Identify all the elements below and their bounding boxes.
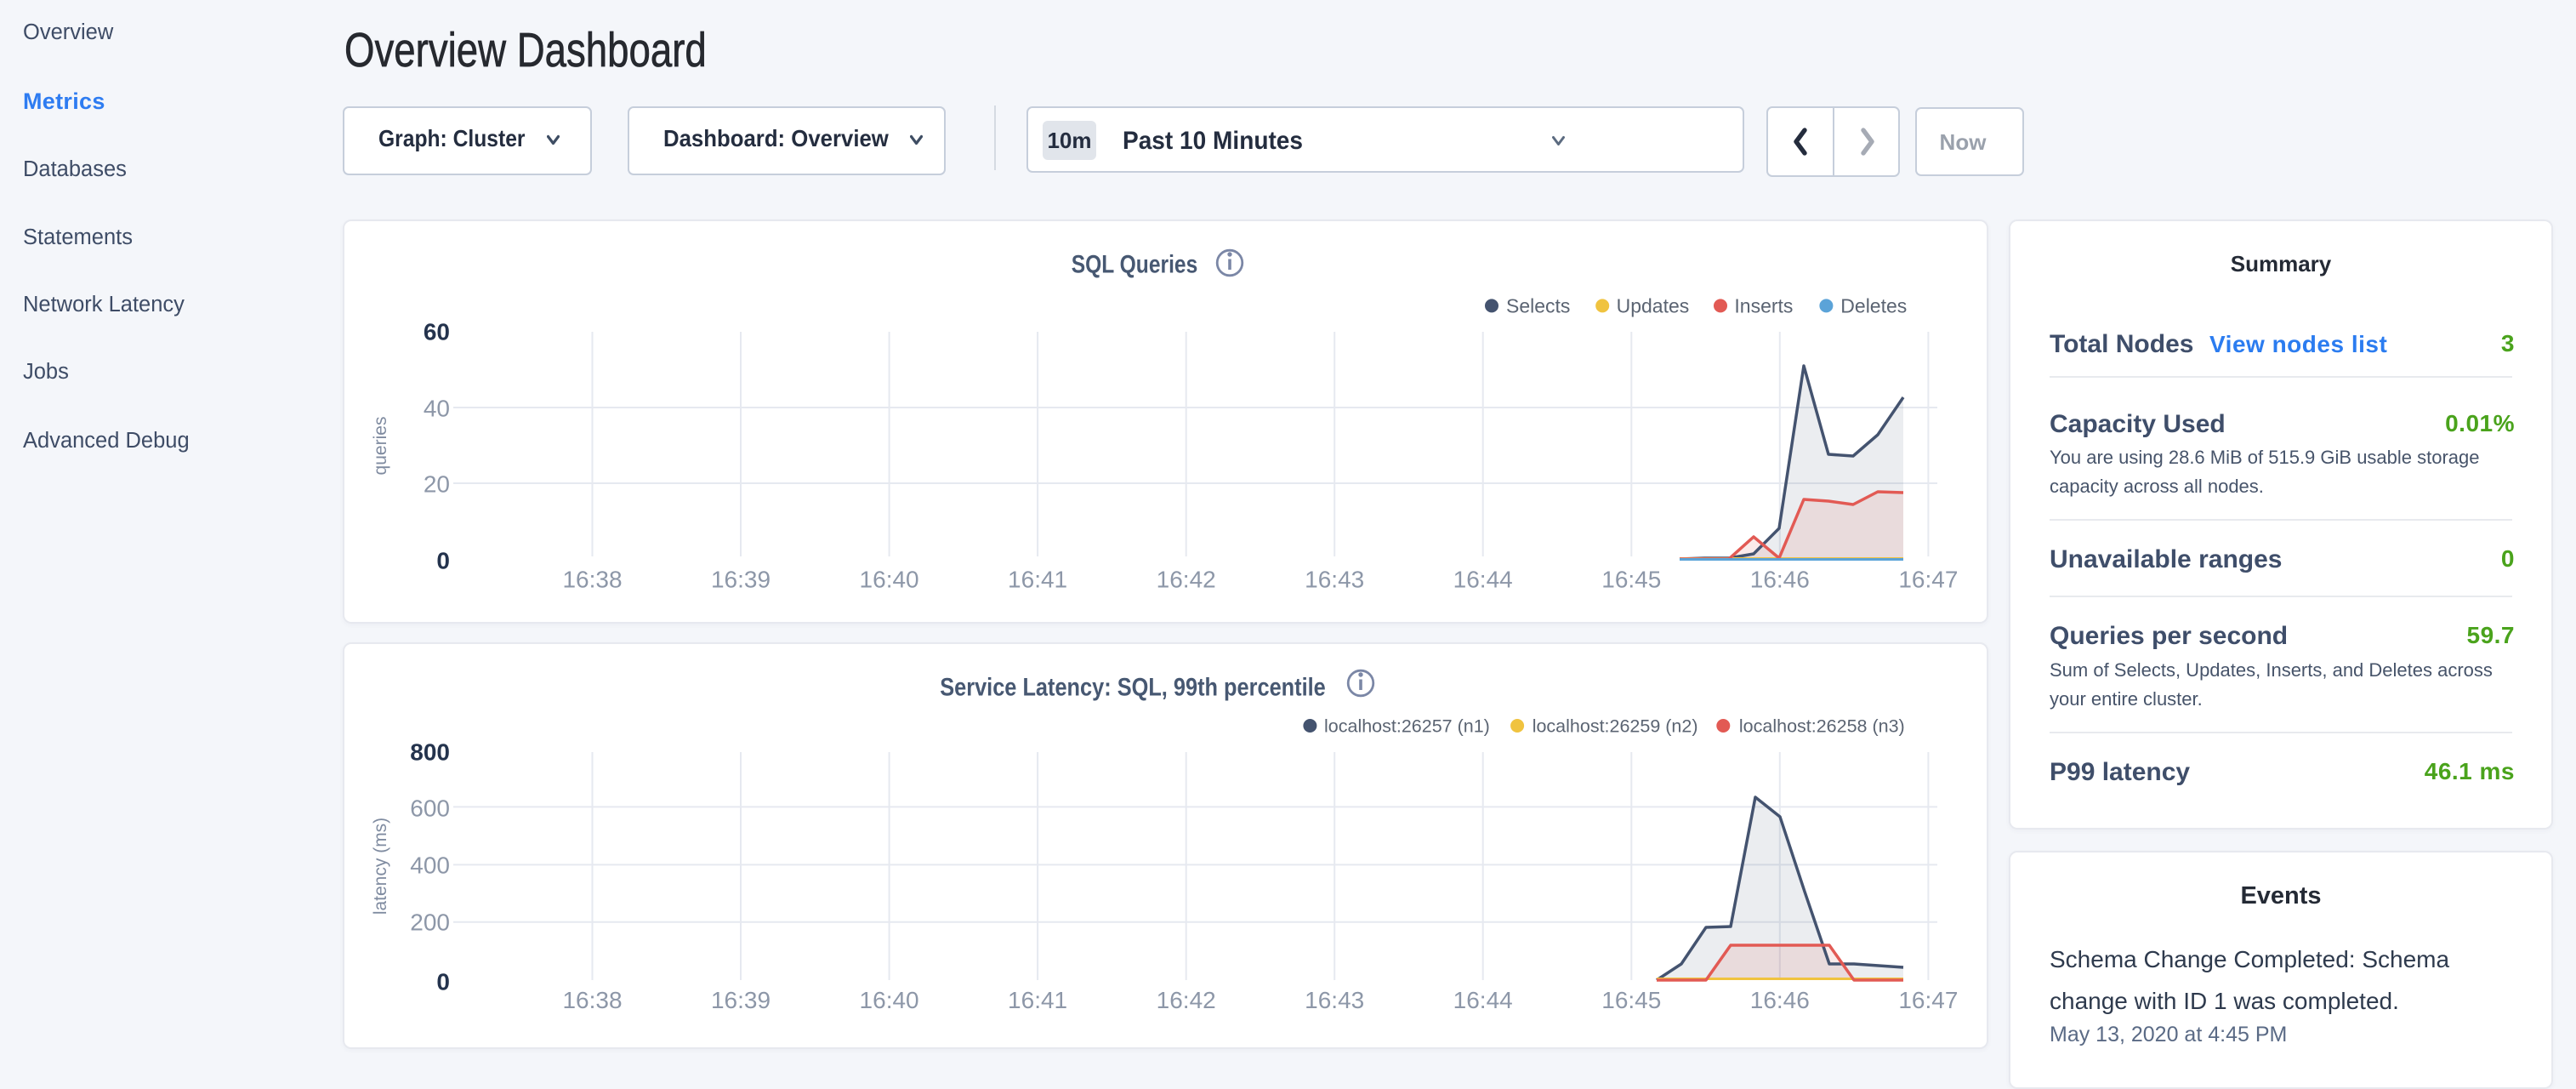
svg-text:localhost:26259 (n2): localhost:26259 (n2)	[1533, 716, 1698, 737]
svg-text:Updates: Updates	[1617, 295, 1690, 317]
svg-text:Service Latency: SQL, 99th per: Service Latency: SQL, 99th percentile	[940, 672, 1326, 700]
svg-text:SQL Queries: SQL Queries	[1072, 249, 1198, 278]
svg-text:40: 40	[424, 396, 450, 422]
svg-text:Selects: Selects	[1506, 295, 1570, 317]
svg-text:16:43: 16:43	[1305, 567, 1364, 593]
svg-text:16:39: 16:39	[711, 987, 771, 1013]
svg-text:600: 600	[410, 795, 450, 822]
svg-text:16:41: 16:41	[1008, 567, 1067, 593]
svg-text:16:43: 16:43	[1305, 987, 1364, 1013]
svg-text:0: 0	[436, 548, 450, 574]
svg-text:200: 200	[410, 909, 450, 936]
svg-text:localhost:26257 (n1): localhost:26257 (n1)	[1324, 716, 1490, 737]
svg-text:16:44: 16:44	[1453, 987, 1513, 1013]
svg-text:16:47: 16:47	[1898, 567, 1958, 593]
svg-text:16:42: 16:42	[1157, 987, 1216, 1013]
svg-text:16:41: 16:41	[1008, 987, 1067, 1013]
svg-text:16:46: 16:46	[1750, 567, 1810, 593]
svg-text:16:39: 16:39	[711, 567, 771, 593]
svg-text:16:44: 16:44	[1453, 567, 1513, 593]
svg-text:16:38: 16:38	[562, 567, 622, 593]
svg-text:20: 20	[424, 471, 450, 498]
svg-text:Deletes: Deletes	[1840, 295, 1907, 317]
svg-text:16:45: 16:45	[1601, 987, 1661, 1013]
svg-text:0: 0	[436, 969, 450, 995]
svg-text:16:47: 16:47	[1898, 987, 1958, 1013]
svg-text:localhost:26258 (n3): localhost:26258 (n3)	[1739, 716, 1905, 737]
svg-text:latency (ms): latency (ms)	[371, 818, 390, 915]
svg-text:queries: queries	[371, 417, 390, 476]
svg-text:16:42: 16:42	[1157, 567, 1216, 593]
svg-text:16:40: 16:40	[860, 987, 919, 1013]
svg-text:60: 60	[424, 319, 450, 345]
svg-text:16:45: 16:45	[1601, 567, 1661, 593]
svg-text:Inserts: Inserts	[1734, 295, 1793, 317]
svg-text:16:46: 16:46	[1750, 987, 1810, 1013]
svg-text:800: 800	[410, 739, 450, 766]
svg-text:16:40: 16:40	[860, 567, 919, 593]
svg-text:16:38: 16:38	[562, 987, 622, 1013]
svg-text:400: 400	[410, 852, 450, 878]
